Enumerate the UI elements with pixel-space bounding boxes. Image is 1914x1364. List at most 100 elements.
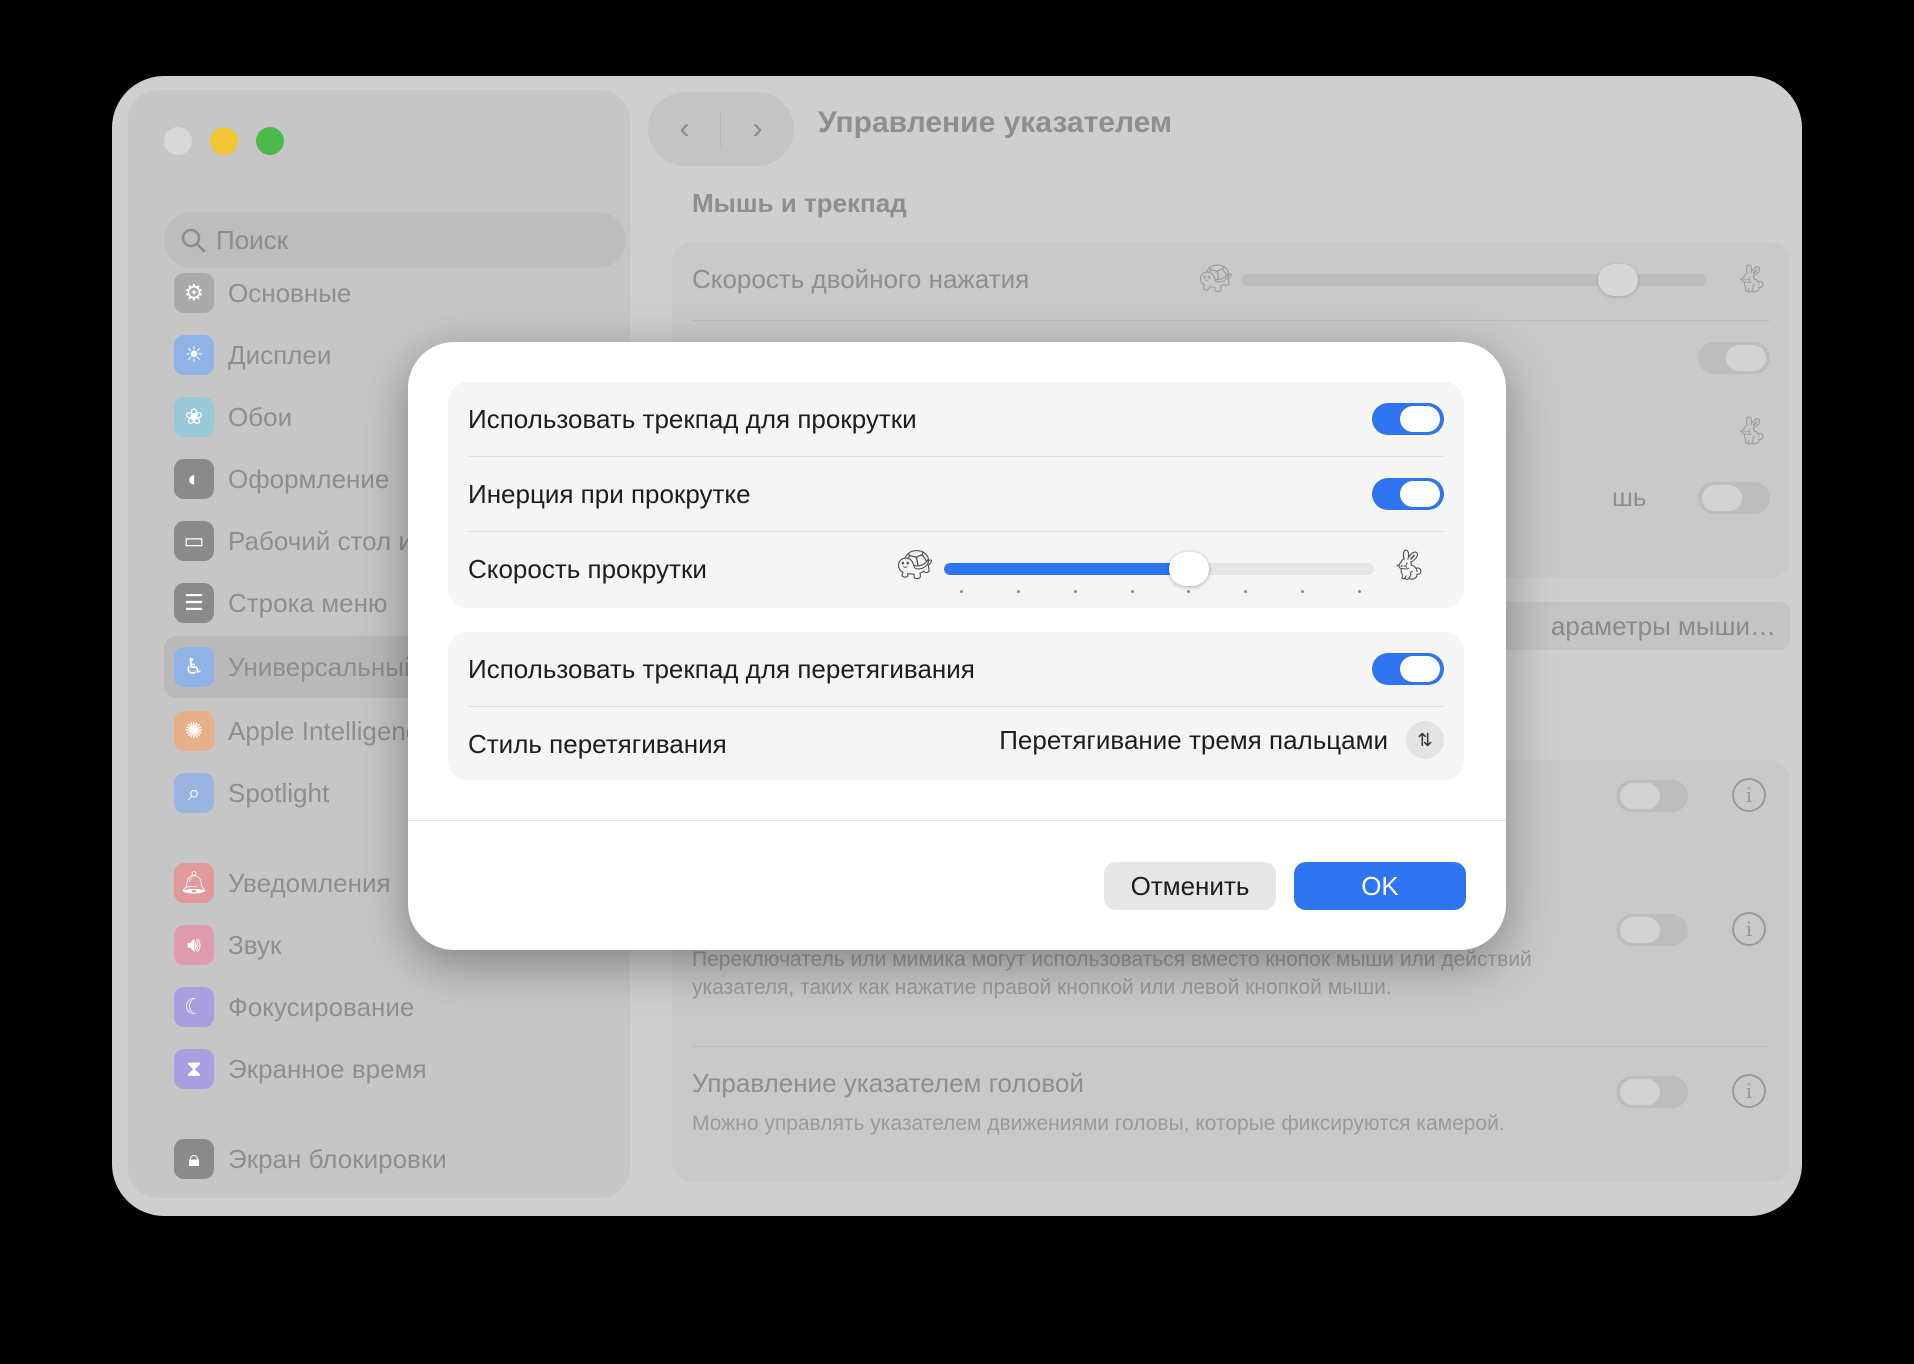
magnifier-icon: ⌕ (174, 773, 214, 813)
drag-toggle[interactable] (1372, 653, 1444, 685)
desktop-icon: ▭ (174, 521, 214, 561)
drag-options-group: Использовать трекпад для перетягивания С… (448, 632, 1464, 780)
head-pointer-toggle[interactable] (1616, 1076, 1688, 1108)
scroll-label: Использовать трекпад для прокрутки (468, 404, 917, 434)
double-click-label: Скорость двойного нажатия (692, 264, 1030, 294)
sidebar-item-label: Экранное время (228, 1053, 427, 1084)
drag-style-value: Перетягивание тремя пальцами (999, 724, 1388, 755)
scroll-row: Использовать трекпад для прокрутки (448, 382, 1464, 456)
sidebar-item-label: Apple Intelligenc (228, 715, 419, 746)
cancel-button[interactable]: Отменить (1104, 862, 1276, 910)
toggle-knob (1400, 481, 1440, 507)
toggle-knob (1400, 406, 1440, 432)
sidebar-item-lock-screen[interactable]: 🔒︎ Экран блокировки (164, 1128, 654, 1190)
menubar-icon: ☰ (174, 583, 214, 623)
chevron-left-icon: ‹ (679, 112, 690, 145)
sidebar-item-label: Основные (228, 277, 352, 308)
turtle-icon: 🐢︎ (896, 549, 935, 582)
search-icon (181, 228, 206, 253)
rabbit-icon: 🐇︎ (1734, 263, 1770, 294)
sidebar-item-label: Фокусирование (228, 991, 415, 1022)
sidebar-item-label: Универсальный (228, 651, 419, 682)
slider-tick (1187, 590, 1191, 593)
slider-fill (944, 563, 1190, 575)
slider-tick (1358, 590, 1361, 593)
drag-style-popup[interactable]: Перетягивание тремя пальцами ⇅ (999, 721, 1444, 759)
rabbit-icon: 🐇︎ (1390, 549, 1429, 582)
scroll-drag-options-dialog: Использовать трекпад для прокрутки Инерц… (408, 342, 1506, 950)
mouse-option-label: шь (1612, 482, 1647, 512)
info-icon[interactable]: i (1732, 1074, 1766, 1108)
slider-tick (1130, 590, 1134, 593)
slider-tick (1244, 590, 1248, 593)
sidebar-item-general[interactable]: ⚙ Основные (164, 262, 654, 324)
row-divider (692, 320, 1770, 321)
slider-tick (1016, 590, 1020, 593)
sidebar-item-label: Оформление (228, 463, 390, 494)
moon-icon: ☾ (174, 987, 214, 1027)
appearance-icon: ◐ (174, 459, 214, 499)
mouse-options-label: араметры мыши… (1550, 610, 1776, 641)
search-field[interactable]: Поиск (164, 212, 626, 268)
slider-track (944, 563, 1374, 575)
page-title: Управление указателем (818, 106, 1173, 139)
head-pointer-description: Можно управлять указателем движениями го… (692, 1112, 1505, 1135)
inertia-label: Инерция при прокрутке (468, 479, 751, 509)
turtle-icon: 🐢︎ (1198, 263, 1234, 294)
scroll-options-group: Использовать трекпад для прокрутки Инерц… (448, 382, 1464, 608)
search-placeholder: Поиск (216, 224, 289, 255)
dialog-divider (408, 820, 1506, 821)
info-icon[interactable]: i (1732, 778, 1766, 812)
scroll-toggle[interactable] (1372, 403, 1444, 435)
sidebar-item-label: Звук (228, 929, 282, 960)
background-toggle[interactable] (1698, 482, 1770, 514)
lock-icon: 🔒︎ (174, 1139, 214, 1179)
drag-label: Использовать трекпад для перетягивания (468, 654, 975, 684)
sidebar-item-focus[interactable]: ☾ Фокусирование (164, 976, 654, 1038)
sidebar-item-label: Строка меню (228, 587, 388, 618)
chevron-up-down-icon: ⇅ (1406, 721, 1444, 759)
accessibility-icon: ♿ (174, 647, 214, 687)
inertia-toggle[interactable] (1372, 478, 1444, 510)
inertia-row: Инерция при прокрутке (448, 457, 1464, 531)
gear-icon: ⚙ (174, 273, 214, 313)
head-pointer-label: Управление указателем головой (692, 1068, 1084, 1098)
minimize-window-button[interactable] (210, 127, 238, 155)
background-toggle[interactable] (1616, 780, 1688, 812)
sidebar-item-screen-time[interactable]: ⧗ Экранное время (164, 1038, 654, 1100)
background-toggle[interactable] (1616, 914, 1688, 946)
drag-row: Использовать трекпад для перетягивания (448, 632, 1464, 706)
drag-style-row: Стиль перетягивания Перетягивание тремя … (448, 707, 1464, 781)
scroll-speed-label: Скорость прокрутки (468, 554, 707, 584)
background-toggle[interactable] (1698, 342, 1770, 374)
drag-style-label: Стиль перетягивания (468, 729, 727, 759)
sidebar-item-label: Рабочий стол и (228, 525, 413, 556)
bell-icon: 🔔︎ (174, 863, 214, 903)
slider-knob[interactable] (1169, 552, 1210, 586)
sidebar-item-label: Обои (228, 401, 293, 432)
forward-button[interactable]: › (721, 92, 794, 166)
close-window-button[interactable] (164, 127, 192, 155)
speaker-icon: 🔊︎ (174, 925, 214, 965)
info-icon[interactable]: i (1732, 912, 1766, 946)
sidebar-item-label: Экран блокировки (228, 1143, 447, 1174)
ok-button[interactable]: OK (1294, 862, 1466, 910)
back-button[interactable]: ‹ (648, 92, 721, 166)
chevron-right-icon: › (752, 112, 763, 145)
switch-description: Переключатель или мимика могут использов… (692, 948, 1532, 999)
slider-tick (1301, 590, 1305, 593)
row-divider (692, 1046, 1770, 1047)
hourglass-icon: ⧗ (174, 1049, 214, 1089)
navigation-buttons: ‹ › (648, 92, 794, 166)
apple-intelligence-icon: ✺ (174, 711, 214, 751)
rabbit-icon: 🐇︎ (1734, 415, 1770, 446)
double-click-slider-knob[interactable] (1598, 264, 1638, 296)
flower-icon: ❀ (174, 397, 214, 437)
toggle-knob (1400, 656, 1440, 682)
slider-tick (960, 590, 963, 593)
sidebar-item-label: Spotlight (228, 777, 330, 808)
sidebar-item-label: Дисплеи (228, 339, 332, 370)
scroll-speed-slider[interactable]: 🐢︎ 🐇︎ (888, 544, 1444, 594)
scroll-speed-row: Скорость прокрутки 🐢︎ 🐇︎ (448, 532, 1464, 606)
zoom-window-button[interactable] (256, 127, 284, 155)
